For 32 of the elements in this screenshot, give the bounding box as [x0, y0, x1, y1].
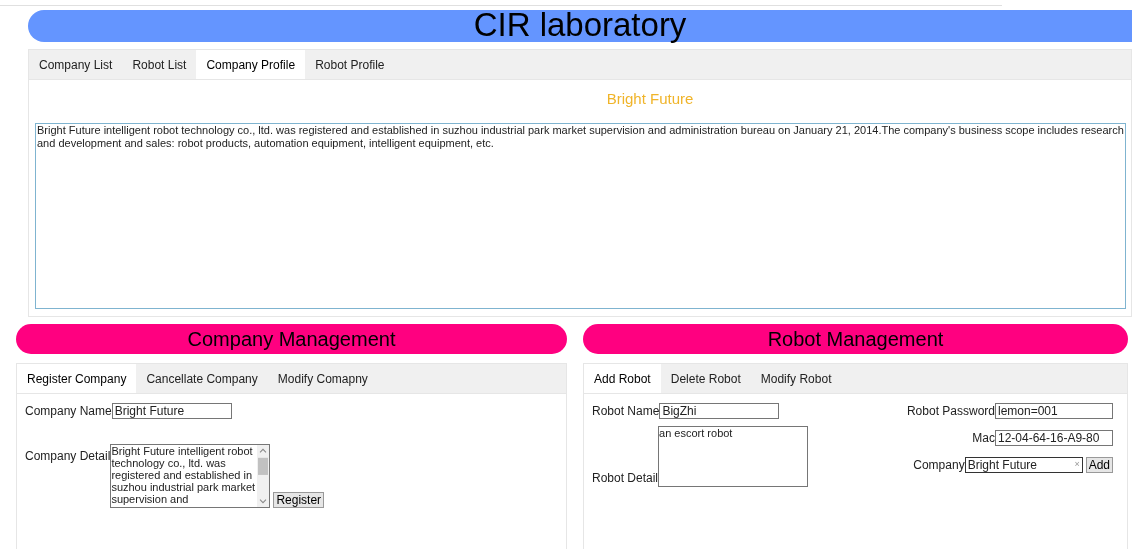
tab[interactable]: Cancellate Company [136, 364, 268, 393]
tab[interactable]: Company Profile [196, 50, 306, 79]
company-name-heading: Bright Future [605, 89, 695, 109]
description-field[interactable]: Bright Future intelligent robot technology co., ltd. was registered and established in suzhou industrial park market supervision and administration bureau on January 21, 2014.The company's business scope includes research and development and sales: robot products, automation equipment, intelligent equipment, etc. [35, 122, 1126, 309]
scrollbar-icon [257, 445, 270, 507]
field-label: Company Detail [25, 448, 111, 465]
text-field[interactable]: lemon=001 [995, 403, 1113, 419]
tab[interactable]: Company List [29, 50, 123, 79]
field-label: Robot Detail [592, 470, 659, 487]
field-label: Robot Password [906, 403, 995, 420]
add-button[interactable]: Add [1085, 457, 1113, 473]
field-label: Company [913, 457, 965, 474]
tab[interactable]: Modify Robot [750, 364, 842, 393]
title-banner: CIR laboratory [28, 10, 1132, 42]
text-field[interactable]: BigZhi [659, 403, 780, 419]
tab[interactable]: Robot List [122, 50, 197, 79]
tab[interactable]: Register Company [17, 364, 137, 393]
field-label: Company Name [25, 403, 112, 420]
company-select[interactable]: Bright Future × [964, 457, 1083, 473]
section-header: Company Management [16, 324, 567, 354]
tab[interactable]: Add Robot [584, 364, 661, 393]
text-field[interactable]: 12-04-64-16-A9-80 [995, 430, 1113, 446]
field-label: Robot Name [592, 403, 660, 420]
detail-field[interactable]: Bright Future intelligent robot technology co., ltd. was registered and established in suzhou industrial park market supervision and [110, 444, 271, 508]
tab[interactable]: Robot Profile [305, 50, 395, 79]
field-label: Mac [972, 430, 995, 447]
register-button[interactable]: Register [273, 492, 325, 508]
detail-field[interactable]: an escort robot [658, 426, 809, 487]
tab[interactable]: Modify Comapny [267, 364, 378, 393]
tab[interactable]: Delete Robot [660, 364, 751, 393]
text-field[interactable]: Bright Future [111, 403, 232, 419]
section-header: Robot Management [583, 324, 1128, 354]
